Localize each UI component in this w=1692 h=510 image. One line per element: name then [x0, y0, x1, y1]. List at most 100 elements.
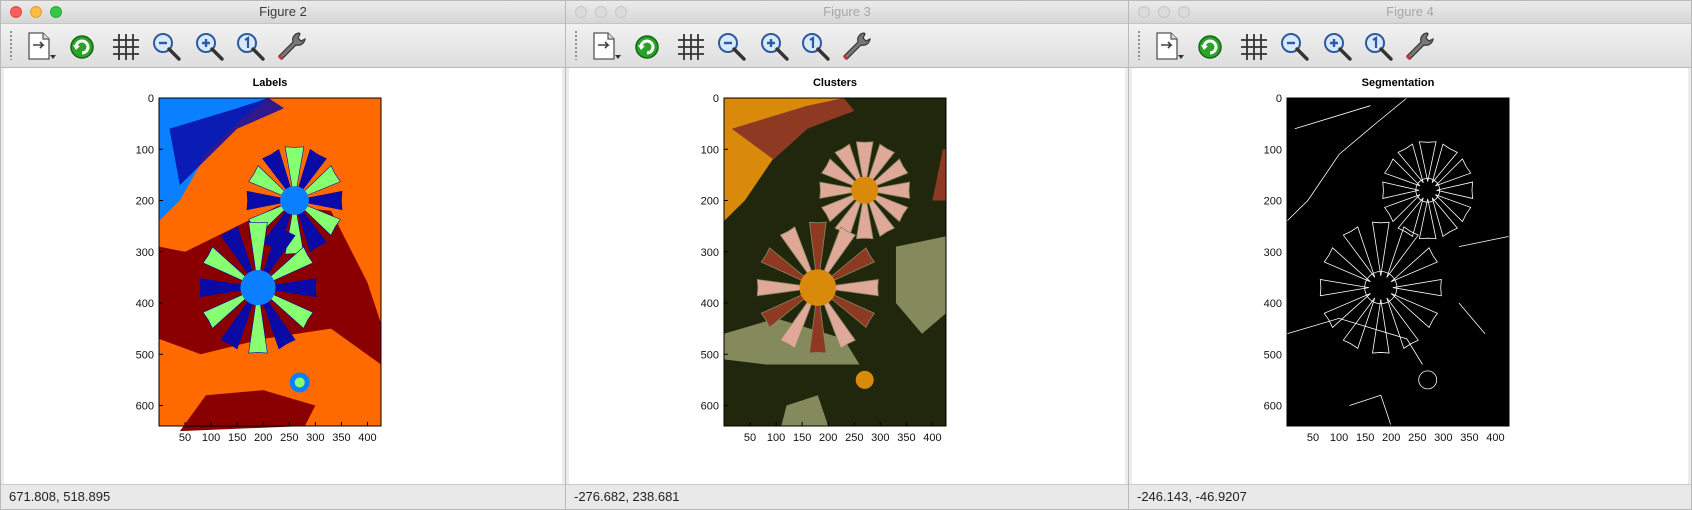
x-tick-label: 100 — [1330, 432, 1348, 444]
x-tick-label: 200 — [254, 432, 272, 444]
y-tick-label: 500 — [701, 349, 719, 361]
zoom-out-icon — [153, 33, 181, 61]
y-tick-label: 600 — [136, 401, 154, 413]
x-tick-label: 400 — [923, 432, 941, 444]
toolbar-grip[interactable] — [10, 30, 12, 60]
wrench-icon — [277, 32, 306, 61]
zoom-reset-button[interactable] — [797, 28, 833, 64]
zoom-reset-icon — [237, 33, 265, 61]
settings-button[interactable] — [838, 28, 874, 64]
refresh-button[interactable] — [629, 28, 665, 64]
title-bar[interactable]: Figure 2 — [1, 1, 565, 24]
refresh-icon — [70, 35, 94, 59]
grid-button[interactable] — [672, 28, 708, 64]
toolbar-grip[interactable] — [1138, 30, 1140, 60]
x-tick-label: 350 — [897, 432, 915, 444]
y-tick-label: 0 — [713, 93, 719, 105]
zoom-in-button[interactable] — [191, 28, 227, 64]
figure-window-3[interactable]: Figure 3 Clusters 0 100 200 300 400 500 600 50 10… — [565, 0, 1129, 510]
zoom-reset-button[interactable] — [1360, 28, 1396, 64]
x-tick-label: 300 — [306, 432, 324, 444]
x-tick-label: 350 — [332, 432, 350, 444]
edit-plot-button[interactable] — [1149, 28, 1185, 64]
window-title: Figure 3 — [823, 4, 871, 19]
zoom-in-icon — [1324, 33, 1352, 61]
figure-window-2[interactable]: Figure 2 Labels 0 100 200 300 400 500 600 50 100 1… — [0, 0, 566, 510]
y-tick-label: 200 — [701, 196, 719, 208]
zoom-in-icon — [761, 33, 789, 61]
x-tick-label: 50 — [1307, 432, 1319, 444]
y-tick-label: 500 — [136, 349, 154, 361]
title-bar[interactable]: Figure 3 — [566, 1, 1128, 24]
x-tick-label: 250 — [1408, 432, 1426, 444]
edit-plot-button[interactable] — [21, 28, 57, 64]
figure-canvas[interactable]: Labels 0 100 200 300 400 500 600 50 100 150 200 250 3… — [4, 68, 562, 485]
status-coordinates: -276.682, 238.681 — [566, 484, 1128, 509]
plot-svg[interactable]: Labels 0 100 200 300 400 500 600 50 100 150 200 250 3… — [4, 68, 564, 487]
x-tick-label: 150 — [1356, 432, 1374, 444]
x-tick-label: 350 — [1460, 432, 1478, 444]
zoom-out-icon — [1281, 33, 1309, 61]
settings-button[interactable] — [1401, 28, 1437, 64]
zoom-reset-button[interactable] — [232, 28, 268, 64]
plot-svg[interactable]: Clusters 0 100 200 300 400 500 600 50 100 150 200 25… — [569, 68, 1127, 487]
toolbar-grip[interactable] — [575, 30, 577, 60]
edit-plot-button[interactable] — [586, 28, 622, 64]
grid-button[interactable] — [1235, 28, 1271, 64]
x-tick-label: 300 — [871, 432, 889, 444]
settings-button[interactable] — [273, 28, 309, 64]
edit-pointer-icon — [593, 32, 621, 60]
y-tick-label: 400 — [1264, 298, 1282, 310]
x-tick-label: 150 — [228, 432, 246, 444]
plot-svg[interactable]: Segmentation 0 100 200 300 400 500 600 50 100 150 2… — [1132, 68, 1690, 487]
x-tick-label: 400 — [1486, 432, 1504, 444]
x-tick-label: 50 — [179, 432, 191, 444]
grid-icon — [1241, 34, 1267, 60]
y-tick-label: 0 — [1276, 93, 1282, 105]
zoom-out-button[interactable] — [148, 28, 184, 64]
x-tick-label: 50 — [744, 432, 756, 444]
x-tick-label: 300 — [1434, 432, 1452, 444]
y-tick-label: 200 — [136, 196, 154, 208]
zoom-out-button[interactable] — [713, 28, 749, 64]
plot-title: Labels — [253, 77, 288, 89]
figure-canvas[interactable]: Segmentation 0 100 200 300 400 500 600 50 100 150 2… — [1132, 68, 1688, 485]
image-display[interactable] — [159, 98, 381, 432]
grid-icon — [678, 34, 704, 60]
y-tick-label: 300 — [136, 247, 154, 259]
y-tick-label: 100 — [1264, 144, 1282, 156]
grid-icon — [113, 34, 139, 60]
y-tick-label: 100 — [701, 144, 719, 156]
refresh-button[interactable] — [1192, 28, 1228, 64]
x-tick-label: 250 — [845, 432, 863, 444]
title-bar[interactable]: Figure 4 — [1129, 1, 1691, 24]
image-display[interactable] — [1286, 97, 1510, 427]
refresh-icon — [1198, 35, 1222, 59]
refresh-button[interactable] — [64, 28, 100, 64]
edit-pointer-icon — [1156, 32, 1184, 60]
y-tick-label: 300 — [701, 247, 719, 259]
status-coordinates: -246.143, -46.9207 — [1129, 484, 1691, 509]
grid-button[interactable] — [107, 28, 143, 64]
figure-window-4[interactable]: Figure 4 Segmentation 0 100 200 300 400 500 600… — [1128, 0, 1692, 510]
toolbar — [1129, 24, 1691, 68]
x-tick-label: 200 — [1382, 432, 1400, 444]
zoom-in-button[interactable] — [756, 28, 792, 64]
y-tick-label: 600 — [701, 401, 719, 413]
zoom-out-button[interactable] — [1276, 28, 1312, 64]
x-tick-label: 150 — [793, 432, 811, 444]
y-tick-label: 100 — [136, 144, 154, 156]
figure-canvas[interactable]: Clusters 0 100 200 300 400 500 600 50 100 150 200 25… — [569, 68, 1125, 485]
y-tick-label: 500 — [1264, 349, 1282, 361]
zoom-in-button[interactable] — [1319, 28, 1355, 64]
toolbar — [566, 24, 1128, 68]
x-tick-label: 100 — [767, 432, 785, 444]
zoom-reset-icon — [802, 33, 830, 61]
zoom-out-icon — [718, 33, 746, 61]
x-tick-label: 400 — [358, 432, 376, 444]
image-display[interactable] — [724, 98, 946, 426]
y-tick-label: 600 — [1264, 401, 1282, 413]
toolbar — [1, 24, 565, 68]
window-title: Figure 4 — [1386, 4, 1434, 19]
zoom-in-icon — [196, 33, 224, 61]
